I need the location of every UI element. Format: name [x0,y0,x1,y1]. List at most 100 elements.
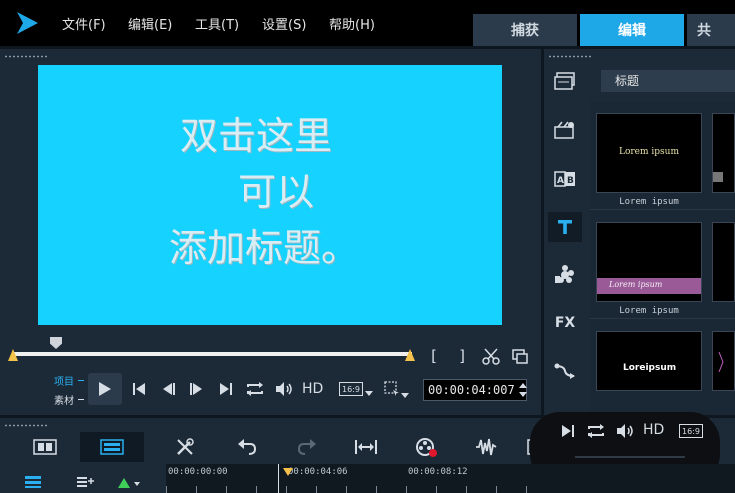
menu-help[interactable]: 帮助(H) [329,14,375,33]
resize-dropdown-icon[interactable] [401,393,409,399]
thumbnail-preview-text: Loreipsum [623,363,677,373]
go-to-end-icon[interactable] [560,424,576,438]
svg-text:A: A [557,176,564,186]
aspect-ratio-button[interactable]: 16:9 [339,382,363,396]
mark-out-bracket-icon[interactable]: ] [456,347,468,365]
audio-waveform-icon [476,438,497,456]
panel-grip[interactable] [4,55,48,58]
title-thumbnail-partial[interactable] [712,331,735,391]
library-panel: AB FX 标题 Lorem ipsum Lorem ipsum Lorem i… [544,49,735,415]
mark-out-marker[interactable] [405,349,415,361]
timecode-display[interactable]: 00:00:04:007 [423,379,527,401]
next-frame-icon[interactable] [188,382,204,396]
title-thumbnail-2[interactable]: Lorem ipsum [596,222,702,302]
marker-icon[interactable] [116,476,142,490]
menu-edit[interactable]: 编辑(E) [128,14,172,33]
aspect-ratio-button[interactable]: 16:9 [679,424,703,438]
repeat-icon[interactable] [245,381,265,397]
thumbnail-bar: Lorem ipsum [597,278,701,294]
graphics-icon[interactable] [548,260,582,290]
path-motion-icon[interactable] [548,356,582,386]
instant-project-icon[interactable] [548,115,582,145]
add-track-icon[interactable] [76,475,94,489]
redo-icon [297,439,316,455]
title-text-line-2[interactable]: 可以 [238,161,314,216]
thumbnail-preview-text: Lorem ipsum [618,147,679,157]
clip-mode-label[interactable]: 素材 [54,392,74,407]
thumbnail-divider [590,318,735,319]
storyboard-view-button[interactable] [30,432,60,462]
storyboard-icon [33,439,57,455]
library-category-dropdown[interactable]: 标题 [601,70,735,92]
project-mode-indicator [78,380,84,381]
volume-icon[interactable] [615,423,635,439]
mark-in-bracket-icon[interactable]: [ [428,347,440,365]
media-library-icon[interactable] [548,66,582,96]
aspect-dropdown-icon[interactable] [365,391,373,397]
toolbar-grip[interactable] [4,424,48,427]
timecode-stepper-icon[interactable] [518,380,528,400]
redo-button[interactable] [295,432,319,462]
mark-in-marker[interactable] [8,349,18,361]
tab-share[interactable]: 共 [687,14,735,46]
thumbnail-divider [590,209,735,210]
playhead-marker[interactable] [283,468,293,476]
menu-settings[interactable]: 设置(S) [262,14,306,33]
timeline-area: 00:00:00:00 00:00:04:06 00:00:08:12 [0,464,735,493]
app-logo-icon[interactable] [14,10,40,36]
thumbnail-label: Lorem ipsum [619,306,679,316]
timeline-view-icon [100,439,124,455]
fit-width-icon [355,440,377,454]
hd-preview-button[interactable]: HD [643,421,664,439]
title-library-icon[interactable] [548,212,582,242]
tools-button[interactable] [172,432,198,462]
play-button[interactable] [88,373,122,405]
ruler-label: 00:00:04:06 [288,467,348,477]
timeline-ruler[interactable]: 00:00:00:00 00:00:04:06 00:00:08:12 [166,464,735,493]
overlay-scroll-track[interactable] [575,456,685,458]
undo-icon [238,439,257,455]
menu-tools[interactable]: 工具(T) [195,14,239,33]
thumbnail-preview-text: Lorem ipsum [609,280,663,289]
preview-window[interactable]: 双击这里 可以 添加标题。 [38,65,502,325]
record-capture-button[interactable] [414,432,440,462]
track-manager-icon[interactable] [24,475,42,489]
undo-button[interactable] [235,432,259,462]
title-thumbnail-partial[interactable] [712,222,735,302]
hd-preview-button[interactable]: HD [302,380,323,398]
sound-mixer-button[interactable] [473,432,499,462]
timeline-view-button[interactable] [80,432,144,462]
thumbnail-label: Lorem ipsum [619,197,679,207]
previous-frame-icon[interactable] [161,382,177,396]
resize-select-icon[interactable] [384,381,400,397]
title-thumbnails: Lorem ipsum Lorem ipsum Lorem ipsum Lore… [590,101,735,415]
wrench-screwdriver-icon [177,438,194,455]
playhead-line[interactable] [278,464,279,493]
title-text-line-3[interactable]: 添加标题。 [169,217,359,272]
menu-bar: 文件(F) 编辑(E) 工具(T) 设置(S) 帮助(H) 捕获 编辑 共 [0,0,735,46]
title-thumbnail-partial[interactable] [712,113,735,193]
go-to-end-icon[interactable] [218,382,234,396]
transition-icon[interactable]: AB [548,164,582,194]
svg-text:B: B [567,176,574,186]
tab-capture[interactable]: 捕获 [473,14,577,46]
volume-icon[interactable] [274,381,294,397]
menu-file[interactable]: 文件(F) [62,14,106,33]
clip-mode-indicator [78,399,84,400]
ruler-label: 00:00:08:12 [408,467,468,477]
title-thumbnail-1[interactable]: Lorem ipsum [596,113,702,193]
scrubber-handle[interactable] [50,337,62,349]
repeat-icon[interactable] [586,423,606,439]
go-to-start-icon[interactable] [131,382,147,396]
project-mode-label[interactable]: 项目 [54,373,74,388]
title-thumbnail-3[interactable]: Loreipsum [596,331,702,391]
filter-fx-icon[interactable]: FX [548,308,582,338]
tab-edit[interactable]: 编辑 [580,14,684,46]
title-text-line-1[interactable]: 双击这里 [180,105,332,160]
play-icon [99,382,111,396]
snapshot-icon[interactable] [511,347,529,365]
fit-project-button[interactable] [353,432,379,462]
library-grip[interactable] [548,55,592,58]
scrubber-track[interactable] [12,352,412,356]
scissors-icon[interactable] [482,347,500,365]
